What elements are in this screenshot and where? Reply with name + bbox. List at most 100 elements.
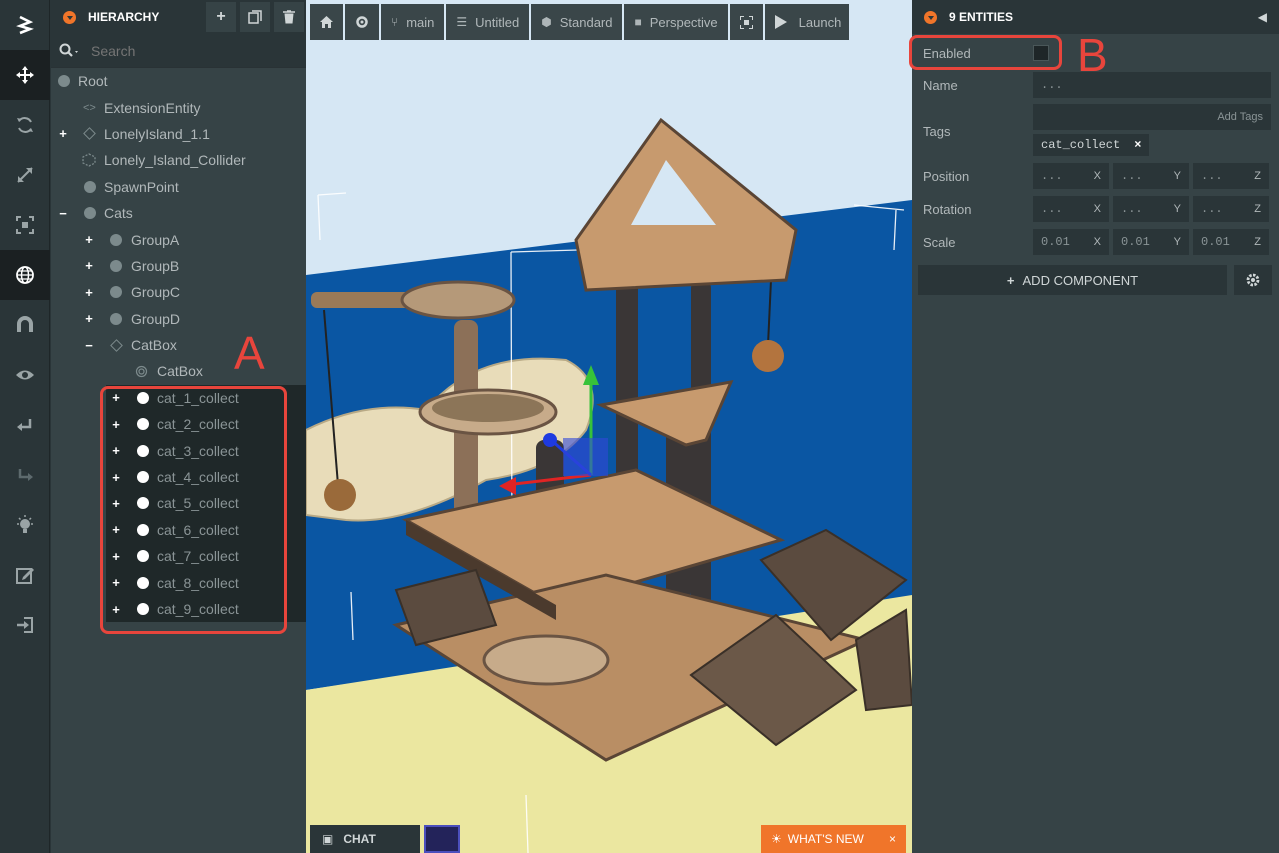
branch-label: main [406, 14, 435, 30]
tree-node-collider[interactable]: Lonely_Island_Collider [51, 147, 306, 173]
tree-node-groupb[interactable]: + GroupB [51, 253, 306, 279]
node-label: Root [78, 73, 108, 90]
scene-viewport[interactable]: ⑂ main ☰ Untitled ⬢ Standard ■ Perspecti… [306, 0, 912, 853]
tree-node-cats[interactable]: − Cats [51, 200, 306, 226]
close-icon[interactable]: × [889, 832, 896, 846]
position-x-field[interactable]: ... X [1033, 163, 1109, 189]
scale-z-field[interactable]: 0.01 Z [1193, 229, 1269, 255]
launch-button[interactable]: Launch [764, 4, 850, 40]
tree-node-groupa[interactable]: + GroupA [51, 226, 306, 252]
expand-icon[interactable]: + [57, 126, 69, 141]
name-field[interactable]: ... [1033, 72, 1271, 98]
tree-node-catbox[interactable]: − CatBox [51, 332, 306, 358]
position-z-field[interactable]: ... Z [1193, 163, 1269, 189]
search-input[interactable] [91, 42, 271, 59]
logo-icon[interactable] [0, 0, 50, 50]
tags-row: Tags Add Tags cat_collect × [912, 104, 1279, 158]
tree-node-lonelyisland[interactable]: + LonelyIsland_1.1 [51, 121, 306, 147]
tree-node-spawnpoint[interactable]: SpawnPoint [51, 174, 306, 200]
scale-icon[interactable] [0, 150, 50, 200]
scale-y-field[interactable]: 0.01 Y [1113, 229, 1189, 255]
tag-remove-icon[interactable]: × [1134, 138, 1141, 152]
user-avatar[interactable] [424, 825, 460, 853]
annotation-box-b [909, 35, 1062, 70]
branch-button[interactable]: ⑂ main [381, 4, 445, 40]
collapse-panel-icon[interactable]: ◀ [1258, 10, 1267, 24]
expand-icon[interactable]: + [83, 258, 95, 273]
rotation-z-value: ... [1201, 202, 1223, 216]
expand-icon[interactable]: + [83, 285, 95, 300]
tree-node-root[interactable]: Root [51, 68, 306, 94]
node-label: ExtensionEntity [104, 99, 201, 116]
resize-icon[interactable] [0, 200, 50, 250]
tree-node-extensionentity[interactable]: <> ExtensionEntity [51, 94, 306, 120]
axis-y-label: Y [1173, 170, 1181, 182]
duplicate-entity-button[interactable] [240, 2, 270, 32]
rotate-icon[interactable] [0, 100, 50, 150]
fullscreen-icon [739, 15, 753, 29]
collapse-icon[interactable]: − [83, 338, 95, 353]
hierarchy-header: HIERARCHY + [51, 0, 306, 34]
edit-icon[interactable] [0, 550, 50, 600]
camera-button[interactable]: ■ Perspective [624, 4, 728, 40]
chat-button[interactable]: ▣ CHAT [310, 825, 420, 853]
scene-render[interactable] [306, 0, 912, 853]
component-settings-button[interactable] [1234, 265, 1272, 295]
entity-icon [110, 259, 122, 272]
axis-y-label: Y [1173, 203, 1181, 215]
add-entity-button[interactable]: + [206, 2, 236, 32]
expand-icon[interactable]: + [83, 232, 95, 247]
add-tags-input[interactable]: Add Tags [1033, 104, 1271, 130]
rotation-z-field[interactable]: ... Z [1193, 196, 1269, 222]
code-icon: <> [83, 101, 96, 114]
fullscreen-button[interactable] [729, 4, 763, 40]
model-icon [110, 338, 123, 352]
render-label: Standard [559, 14, 613, 30]
viewport-toolbar: ⑂ main ☰ Untitled ⬢ Standard ■ Perspecti… [310, 4, 912, 40]
collapse-icon[interactable]: − [57, 206, 69, 221]
rotation-x-value: ... [1041, 202, 1063, 216]
scene-button[interactable]: ☰ Untitled [446, 4, 530, 40]
whats-new-button[interactable]: ☀ WHAT'S NEW × [761, 825, 906, 853]
annotation-label-b: B [1077, 29, 1108, 81]
scale-x-value: 0.01 [1041, 235, 1070, 249]
tree-node-catbox-child[interactable]: CatBox [51, 358, 306, 384]
publish-icon[interactable] [0, 600, 50, 650]
node-label: Lonely_Island_Collider [104, 152, 246, 169]
scale-z-value: 0.01 [1201, 235, 1230, 249]
rotation-row: Rotation ... X ... Y ... Z [912, 196, 1279, 222]
expand-icon[interactable]: + [83, 311, 95, 326]
lightbulb-icon[interactable] [0, 500, 50, 550]
rotation-x-field[interactable]: ... X [1033, 196, 1109, 222]
entity-icon [110, 233, 122, 246]
position-z-value: ... [1201, 169, 1223, 183]
position-x-value: ... [1041, 169, 1063, 183]
collapse-icon[interactable] [924, 10, 937, 24]
home-icon [320, 16, 333, 28]
home-button[interactable] [310, 4, 343, 40]
delete-entity-button[interactable] [274, 2, 304, 32]
translate-icon[interactable] [0, 50, 50, 100]
axis-x-label: X [1093, 236, 1101, 248]
position-y-field[interactable]: ... Y [1113, 163, 1189, 189]
list-icon: ☰ [456, 15, 468, 29]
world-icon[interactable] [0, 250, 50, 300]
collider-icon [135, 365, 148, 378]
redo-icon[interactable] [0, 450, 50, 500]
settings-button[interactable] [345, 4, 379, 40]
tree-node-groupd[interactable]: + GroupD [51, 306, 306, 332]
scale-x-field[interactable]: 0.01 X [1033, 229, 1109, 255]
undo-icon[interactable] [0, 400, 50, 450]
eye-icon[interactable] [0, 350, 50, 400]
collapse-icon[interactable] [63, 10, 76, 24]
magnet-icon[interactable] [0, 300, 50, 350]
rotation-y-field[interactable]: ... Y [1113, 196, 1189, 222]
node-label: CatBox [157, 363, 203, 380]
tag-chip: cat_collect × [1033, 134, 1150, 156]
scale-label: Scale [923, 234, 956, 250]
position-row: Position ... X ... Y ... Z [912, 163, 1279, 189]
render-mode-button[interactable]: ⬢ Standard [531, 4, 623, 40]
tree-node-groupc[interactable]: + GroupC [51, 279, 306, 305]
position-y-value: ... [1121, 169, 1143, 183]
add-component-button[interactable]: + ADD COMPONENT [918, 265, 1227, 295]
